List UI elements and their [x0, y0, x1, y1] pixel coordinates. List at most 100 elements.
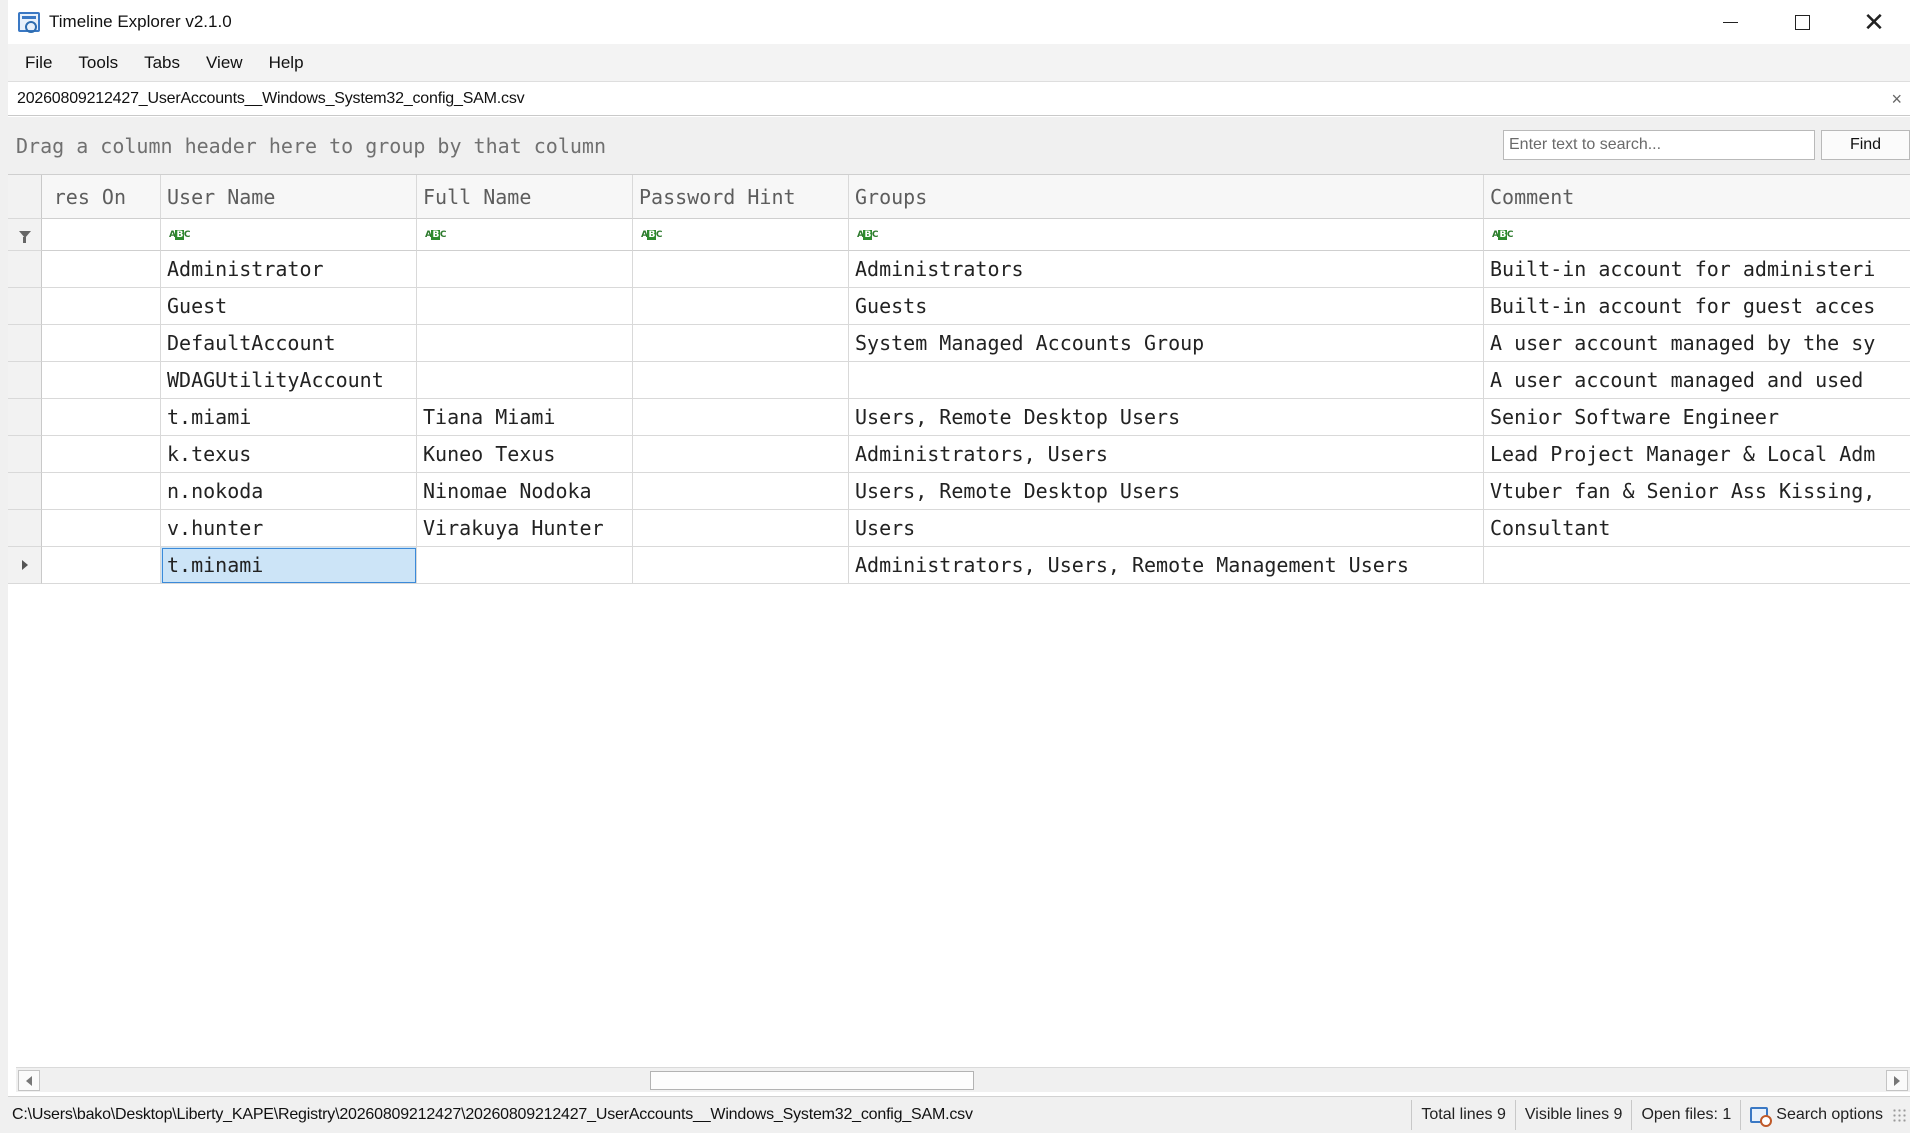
table-row[interactable]: DefaultAccount System Managed Accounts Gr…	[8, 325, 1910, 362]
filter-cell-password-hint[interactable]: ABC	[633, 219, 849, 251]
cell-password-hint[interactable]	[633, 547, 849, 584]
scroll-left-button[interactable]	[18, 1070, 40, 1091]
search-input[interactable]	[1503, 130, 1815, 160]
cell-password-hint[interactable]	[633, 436, 849, 473]
cell-password-hint[interactable]	[633, 325, 849, 362]
cell-expires-on[interactable]	[42, 436, 161, 473]
cell-user-name[interactable]: t.minami	[161, 547, 417, 584]
cell-full-name[interactable]	[417, 547, 633, 584]
cell-comment[interactable]: Built-in account for administeri	[1484, 251, 1910, 288]
cell-password-hint[interactable]	[633, 251, 849, 288]
cell-user-name[interactable]: DefaultAccount	[161, 325, 417, 362]
table-row[interactable]: t.minami Administrators, Users, Remote Ma…	[8, 547, 1910, 584]
cell-user-name[interactable]: Guest	[161, 288, 417, 325]
cell-comment[interactable]: Senior Software Engineer	[1484, 399, 1910, 436]
column-header-expires-on[interactable]: res On	[42, 175, 161, 219]
cell-user-name[interactable]: Administrator	[161, 251, 417, 288]
cell-expires-on[interactable]	[42, 288, 161, 325]
row-indicator[interactable]	[8, 510, 42, 547]
group-by-panel[interactable]: Drag a column header here to group by th…	[8, 117, 1910, 175]
close-tab-icon[interactable]: ×	[1891, 89, 1902, 110]
menu-tabs[interactable]: Tabs	[136, 49, 192, 77]
maximize-button[interactable]	[1766, 0, 1838, 44]
cell-full-name[interactable]	[417, 251, 633, 288]
cell-user-name[interactable]: WDAGUtilityAccount	[161, 362, 417, 399]
cell-expires-on[interactable]	[42, 473, 161, 510]
filter-cell-user-name[interactable]: ABC	[161, 219, 417, 251]
search-options-button[interactable]: Search options	[1740, 1100, 1892, 1130]
cell-comment[interactable]: Lead Project Manager & Local Adm	[1484, 436, 1910, 473]
menu-file[interactable]: File	[17, 49, 64, 77]
cell-full-name[interactable]	[417, 325, 633, 362]
cell-groups[interactable]: Guests	[849, 288, 1484, 325]
table-row[interactable]: n.nokoda Ninomae Nodoka Users, Remote Desk…	[8, 473, 1910, 510]
cell-comment[interactable]: Built-in account for guest acces	[1484, 288, 1910, 325]
row-indicator[interactable]	[8, 547, 42, 584]
column-header-password-hint[interactable]: Password Hint	[633, 175, 849, 219]
cell-user-name[interactable]: k.texus	[161, 436, 417, 473]
filter-cell-groups[interactable]: ABC	[849, 219, 1484, 251]
cell-comment[interactable]	[1484, 547, 1910, 584]
cell-groups[interactable]: Users, Remote Desktop Users	[849, 399, 1484, 436]
cell-expires-on[interactable]	[42, 362, 161, 399]
column-header-groups[interactable]: Groups	[849, 175, 1484, 219]
scroll-right-button[interactable]	[1886, 1070, 1908, 1091]
horizontal-scrollbar[interactable]	[16, 1067, 1910, 1092]
cell-expires-on[interactable]	[42, 399, 161, 436]
close-window-button[interactable]: ✕	[1838, 0, 1910, 44]
cell-user-name[interactable]: v.hunter	[161, 510, 417, 547]
table-row[interactable]: t.miami Tiana Miami Users, Remote Desktop …	[8, 399, 1910, 436]
cell-expires-on[interactable]	[42, 510, 161, 547]
cell-groups[interactable]: Administrators, Users	[849, 436, 1484, 473]
filter-cell-full-name[interactable]: ABC	[417, 219, 633, 251]
cell-groups[interactable]	[849, 362, 1484, 399]
cell-full-name[interactable]: Virakuya Hunter	[417, 510, 633, 547]
filter-cell-comment[interactable]: ABC	[1484, 219, 1910, 251]
cell-full-name[interactable]: Ninomae Nodoka	[417, 473, 633, 510]
table-row[interactable]: v.hunter Virakuya Hunter Users Consultant	[8, 510, 1910, 547]
row-indicator[interactable]	[8, 325, 42, 362]
cell-comment[interactable]: A user account managed by the sy	[1484, 325, 1910, 362]
cell-groups[interactable]: Administrators, Users, Remote Management…	[849, 547, 1484, 584]
cell-full-name[interactable]	[417, 288, 633, 325]
cell-full-name[interactable]: Tiana Miami	[417, 399, 633, 436]
table-row[interactable]: k.texus Kuneo Texus Administrators, Users L…	[8, 436, 1910, 473]
menu-view[interactable]: View	[198, 49, 255, 77]
cell-expires-on[interactable]	[42, 325, 161, 362]
cell-full-name[interactable]	[417, 362, 633, 399]
cell-groups[interactable]: Users, Remote Desktop Users	[849, 473, 1484, 510]
table-row[interactable]: Guest Guests Built-in account for guest ac…	[8, 288, 1910, 325]
menu-help[interactable]: Help	[261, 49, 316, 77]
column-header-comment[interactable]: Comment	[1484, 175, 1910, 219]
row-indicator[interactable]	[8, 399, 42, 436]
cell-password-hint[interactable]	[633, 473, 849, 510]
cell-password-hint[interactable]	[633, 510, 849, 547]
minimize-button[interactable]	[1694, 0, 1766, 44]
cell-user-name[interactable]: t.miami	[161, 399, 417, 436]
row-indicator[interactable]	[8, 288, 42, 325]
column-header-full-name[interactable]: Full Name	[417, 175, 633, 219]
document-tab[interactable]: 20260809212427_UserAccounts__Windows_Sys…	[8, 90, 525, 108]
column-header-user-name[interactable]: User Name	[161, 175, 417, 219]
table-row[interactable]: WDAGUtilityAccount A user account managed…	[8, 362, 1910, 399]
resize-grip-icon[interactable]	[1892, 1108, 1906, 1122]
row-indicator[interactable]	[8, 436, 42, 473]
table-row[interactable]: Administrator Administrators Built-in acco…	[8, 251, 1910, 288]
cell-comment[interactable]: Vtuber fan & Senior Ass Kissing,	[1484, 473, 1910, 510]
cell-comment[interactable]: A user account managed and used	[1484, 362, 1910, 399]
scrollbar-thumb[interactable]	[650, 1071, 974, 1090]
cell-password-hint[interactable]	[633, 399, 849, 436]
cell-expires-on[interactable]	[42, 251, 161, 288]
cell-comment[interactable]: Consultant	[1484, 510, 1910, 547]
cell-password-hint[interactable]	[633, 288, 849, 325]
row-indicator[interactable]	[8, 362, 42, 399]
cell-user-name[interactable]: n.nokoda	[161, 473, 417, 510]
find-button[interactable]: Find	[1821, 130, 1910, 160]
row-indicator[interactable]	[8, 473, 42, 510]
cell-full-name[interactable]: Kuneo Texus	[417, 436, 633, 473]
cell-expires-on[interactable]	[42, 547, 161, 584]
filter-cell-expires-on[interactable]	[42, 219, 161, 251]
row-indicator[interactable]	[8, 251, 42, 288]
cell-password-hint[interactable]	[633, 362, 849, 399]
cell-groups[interactable]: Users	[849, 510, 1484, 547]
